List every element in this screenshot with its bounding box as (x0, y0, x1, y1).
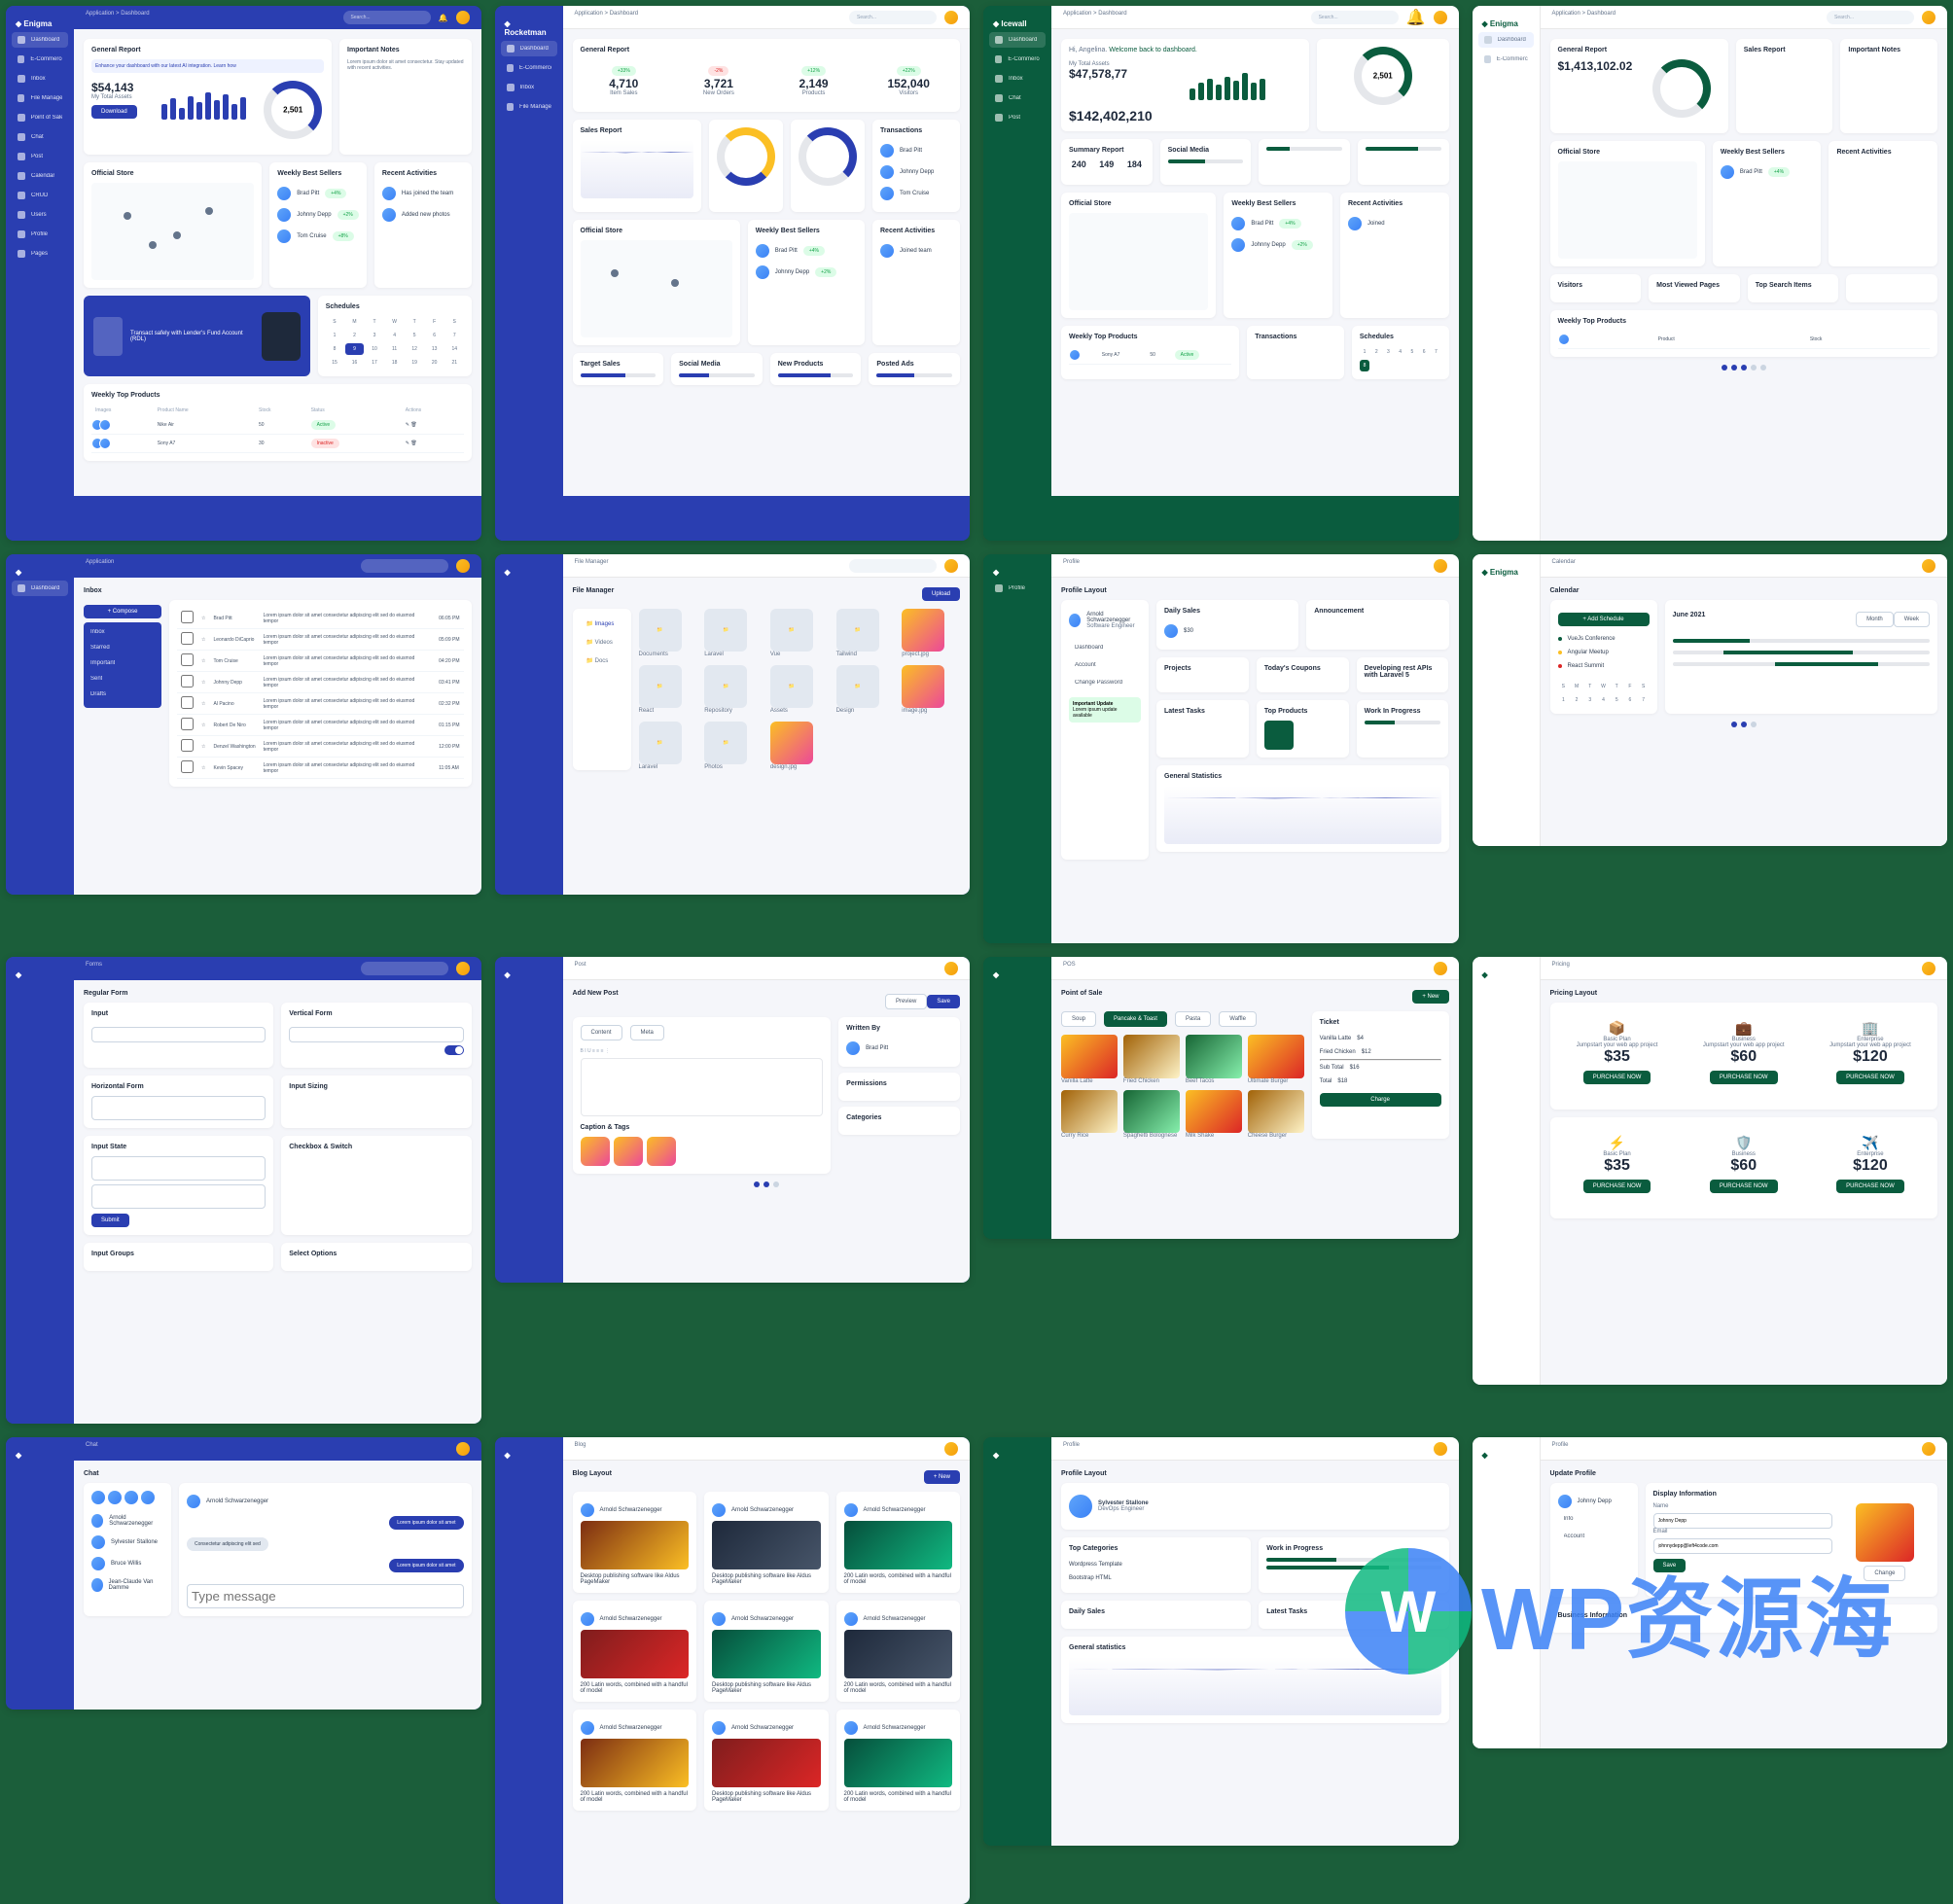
content: General Report Enhance your dashboard wi… (74, 29, 481, 496)
sidebar-item-pages[interactable]: Pages (12, 246, 68, 262)
bell-icon[interactable]: 🔔 (439, 14, 448, 22)
phone-mockup (262, 312, 301, 361)
header: Application > Dashboard Search... 🔔 (74, 6, 481, 29)
card-icon (18, 114, 25, 122)
top-products: Weekly Top Products ImagesProduct NameSt… (84, 384, 472, 461)
sidebar-item-post[interactable]: Post (12, 149, 68, 164)
sidebar-item-dashboard[interactable]: Dashboard (12, 32, 68, 48)
illustration (93, 317, 123, 356)
editor[interactable] (581, 1058, 824, 1116)
dashboard-blue-1: ◆ Enigma Dashboard E-Commerce Inbox File… (6, 6, 481, 541)
sidebar-item-inbox[interactable]: Inbox (12, 71, 68, 87)
sidebar-item-users[interactable]: Users (12, 207, 68, 223)
donut: 2,501 (264, 81, 322, 139)
sidebar-item-crud[interactable]: CRUD (12, 188, 68, 203)
email-list: ☆Brad PittLorem ipsum dolor sit amet con… (177, 608, 464, 779)
recent-card: Recent Activities Has joined the team Ad… (374, 162, 472, 288)
avatar[interactable] (456, 11, 470, 24)
search-input[interactable]: Search... (343, 11, 431, 24)
pie-chart (717, 127, 775, 186)
db-icon (18, 192, 25, 199)
users-icon (18, 211, 25, 219)
sidebar-item-chat[interactable]: Chat (12, 129, 68, 145)
schedules: Schedules SMTWTFS 1234567 891011121314 1… (318, 296, 472, 376)
inbox-blue: ◆ Dashboard Application Inbox + Compose … (6, 554, 481, 895)
profile-green: ◆ Profile Profile Profile Layout Arnold … (983, 554, 1459, 943)
sidebar-item-files[interactable]: File Manager (12, 90, 68, 106)
upload-button[interactable]: Upload (922, 587, 960, 601)
pricing-white: ◆ Pricing Pricing Layout 📦Basic PlanJump… (1473, 957, 1948, 1385)
dashboard-blue-2: ◆ Rocketman Dashboard E-Commerce Inbox F… (495, 6, 971, 541)
layers-icon (18, 250, 25, 258)
bar-chart (161, 81, 255, 120)
logo: ◆ Enigma (12, 16, 68, 32)
pos-green: ◆ POS Point of Sale+ New Soup Pancake & … (983, 957, 1459, 1239)
mail-icon (18, 75, 25, 83)
watermark: W WP资源海 (1345, 1548, 1895, 1675)
breadcrumb: Application > Dashboard (86, 11, 150, 17)
general-report-card: General Report Enhance your dashboard wi… (84, 39, 332, 155)
folder-icon (18, 94, 24, 102)
dashboard-white: ◆ Enigma Dashboard E-Commerce Applicatio… (1473, 6, 1948, 541)
sidebar: ◆ Rocketman Dashboard E-Commerce Inbox F… (495, 6, 563, 541)
calendar-grid: SMTWTFS 1234567 891011121314 15161718192… (326, 316, 464, 369)
promo-banner[interactable]: Transact safely with Lender's Fund Accou… (84, 296, 310, 376)
compose-button[interactable]: + Compose (84, 605, 161, 618)
user-icon (18, 230, 25, 238)
home-icon (18, 36, 25, 44)
cart-icon (18, 55, 24, 63)
important-notes: Important NotesLorem ipsum dolor sit ame… (339, 39, 472, 155)
download-button[interactable]: Download (91, 105, 137, 119)
blog-blue: ◆ Blog Blog Layout+ New Arnold Schwarzen… (495, 1437, 971, 1904)
donut-chart (799, 127, 857, 186)
sellers-card: Weekly Best Sellers Brad Pitt+4% Johnny … (269, 162, 367, 288)
chat-blue: ◆ Chat Chat Arnold Schwarzenegger Sylves… (6, 1437, 481, 1710)
chat-icon (18, 133, 25, 141)
line-chart (581, 140, 694, 198)
header: Application > DashboardSearch... (563, 6, 971, 29)
sidebar: ◆ Enigma Dashboard E-Commerce Inbox File… (6, 6, 74, 541)
sidebar: ◆ Enigma Dashboard E-Commerce (1473, 6, 1541, 541)
map[interactable] (91, 183, 254, 280)
store-card: Official Store (84, 162, 262, 288)
dashboard-green: ◆ Icewall Dashboard E-Commerce Inbox Cha… (983, 6, 1459, 541)
sidebar-item-profile[interactable]: Profile (12, 227, 68, 242)
sidebar-item-ecommerce[interactable]: E-Commerce (12, 52, 68, 67)
sidebar-item-pos[interactable]: Point of Sale (12, 110, 68, 125)
post-blue: ◆ Post Add New Post PreviewSave ContentM… (495, 957, 971, 1283)
file-manager: ◆ File Manager File ManagerUpload 📁 Imag… (495, 554, 971, 895)
sidebar: ◆ Icewall Dashboard E-Commerce Inbox Cha… (983, 6, 1051, 541)
edit-icon (18, 153, 25, 160)
forms-blue: ◆ Forms Regular Form Input Vertical Form… (6, 957, 481, 1424)
wp-logo-icon: W (1345, 1548, 1472, 1675)
calendar-white: ◆ Enigma Calendar Calendar + Add Schedul… (1473, 554, 1948, 846)
sidebar-item-calendar[interactable]: Calendar (12, 168, 68, 184)
calendar-icon (18, 172, 25, 180)
